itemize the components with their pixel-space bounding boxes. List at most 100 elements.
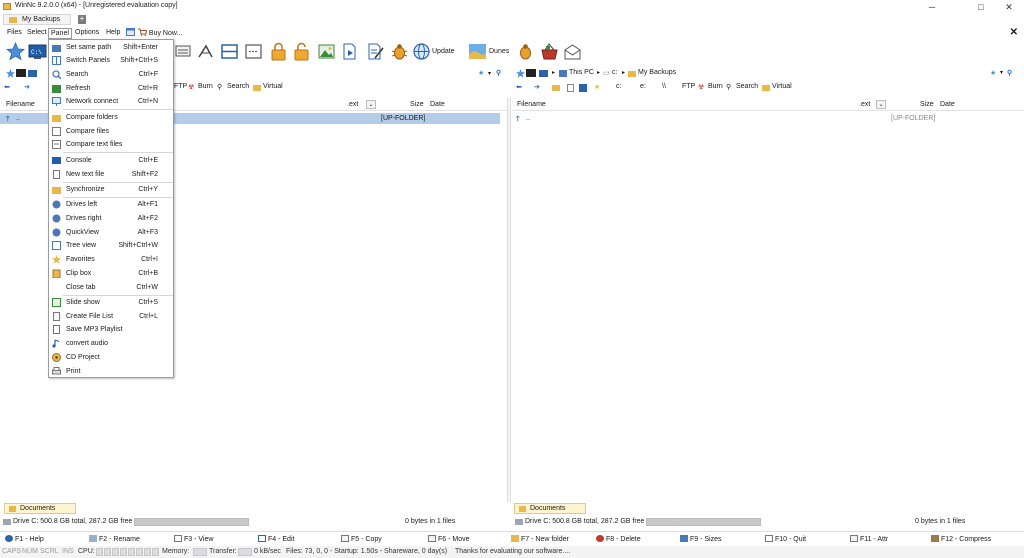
col-size[interactable]: Size xyxy=(410,101,424,108)
dunes-label[interactable]: Dunes xyxy=(489,48,509,55)
menu-item-save-mp3-playlist[interactable]: Save MP3 Playlist xyxy=(49,323,173,336)
f5-copy-button[interactable]: F5 - Copy xyxy=(341,535,382,543)
forward-arrow-icon[interactable]: ➔ xyxy=(24,83,30,91)
close-icon[interactable]: ✕ xyxy=(1010,27,1018,38)
search-icon[interactable]: ⚲ xyxy=(496,69,501,77)
left-drive-virtual[interactable]: Virtual xyxy=(263,83,283,90)
search-icon[interactable]: ⚲ xyxy=(1007,69,1012,77)
col-filename[interactable]: Filename xyxy=(517,101,546,108)
close-window-button[interactable]: ✕ xyxy=(994,0,1024,14)
monitor-icon[interactable] xyxy=(539,70,548,77)
unlock-icon[interactable] xyxy=(292,42,311,61)
menu-panel[interactable]: Panel xyxy=(48,28,72,39)
edit-document-icon[interactable] xyxy=(366,42,385,61)
new-tab-button[interactable]: + xyxy=(78,15,86,24)
column-dropdown-icon[interactable]: ⌄ xyxy=(366,100,376,109)
left-documents-tab[interactable]: Documents xyxy=(4,503,76,514)
drive-ftp-label[interactable]: FTP xyxy=(682,83,695,90)
favorites-star-icon[interactable] xyxy=(5,41,26,61)
menu-files[interactable]: Files xyxy=(5,28,24,39)
console-icon[interactable]: C:\ xyxy=(28,42,47,61)
network-share-label[interactable]: \\ xyxy=(662,83,666,90)
f4-edit-button[interactable]: F4 - Edit xyxy=(258,535,294,543)
column-dropdown-icon[interactable]: ⌄ xyxy=(876,100,886,109)
tab-my-backups[interactable]: My Backups xyxy=(3,14,71,25)
left-drive-ftp[interactable]: FTP xyxy=(174,83,187,90)
bookmark-star-icon[interactable]: ★ xyxy=(478,69,484,77)
menu-item-drives-right[interactable]: Drives right Alt+F2 xyxy=(49,212,173,225)
console-mini-icon[interactable] xyxy=(526,69,536,77)
window-layout-icon[interactable] xyxy=(244,42,263,61)
drive-search-label[interactable]: Search xyxy=(736,83,758,90)
bug-report-icon[interactable] xyxy=(516,42,535,61)
drive-burn-label[interactable]: Burn xyxy=(708,83,723,90)
f10-quit-button[interactable]: F10 - Quit xyxy=(765,535,806,543)
console-mini-icon[interactable] xyxy=(16,69,26,77)
menu-item-network-connect[interactable]: Network connect Ctrl+N xyxy=(49,95,173,108)
bug-icon[interactable] xyxy=(390,42,409,61)
table-row[interactable]: 🡑 .. [UP-FOLDER] xyxy=(512,113,1024,124)
panel-splitter[interactable] xyxy=(507,98,511,502)
tools-icon[interactable] xyxy=(196,42,215,61)
menu-item-set-same-path[interactable]: Set same path Shift+Enter xyxy=(49,41,173,54)
menu-item-convert-audio[interactable]: convert audio xyxy=(49,337,173,350)
folder-up-icon[interactable] xyxy=(552,85,560,91)
breadcrumb-my-backups[interactable]: My Backups xyxy=(638,69,676,76)
menu-buy-now[interactable]: Buy Now... xyxy=(124,28,184,39)
minimize-button[interactable]: ─ xyxy=(917,0,947,14)
menu-item-close-tab[interactable]: Close tab Ctrl+W xyxy=(49,281,173,294)
shopping-basket-icon[interactable] xyxy=(540,42,559,61)
compare-icon[interactable] xyxy=(174,42,193,61)
f1-help-button[interactable]: F1 - Help xyxy=(5,535,44,543)
f11-attr-button[interactable]: F11 - Attr xyxy=(850,535,888,543)
dropdown-arrow-icon[interactable]: ▾ xyxy=(488,70,491,77)
f2-rename-button[interactable]: F2 - Rename xyxy=(89,535,140,543)
split-view-icon[interactable] xyxy=(220,42,239,61)
menu-item-tree-view[interactable]: Tree view Shift+Ctrl+W xyxy=(49,239,173,252)
menu-item-quickview[interactable]: QuickView Alt+F3 xyxy=(49,226,173,239)
breadcrumb-this-pc[interactable]: This PC xyxy=(569,69,594,76)
dunes-icon[interactable] xyxy=(468,42,487,61)
document-icon[interactable] xyxy=(567,84,574,92)
col-date[interactable]: Date xyxy=(430,101,445,108)
monitor-icon[interactable] xyxy=(28,70,37,77)
menu-item-new-text-file[interactable]: New text file Shift+F2 xyxy=(49,168,173,181)
drive-c-label[interactable]: c: xyxy=(616,83,621,90)
drive-virtual-label[interactable]: Virtual xyxy=(772,83,792,90)
menu-item-compare-text-files[interactable]: Compare text files xyxy=(49,138,173,151)
left-drive-search[interactable]: Search xyxy=(227,83,249,90)
f3-view-button[interactable]: F3 - View xyxy=(174,535,213,543)
menu-item-favorites[interactable]: Favorites Ctrl+I xyxy=(49,253,173,266)
menu-item-console[interactable]: Console Ctrl+E xyxy=(49,154,173,167)
col-ext[interactable]: .ext xyxy=(347,101,358,108)
lock-icon[interactable] xyxy=(269,42,288,61)
mail-check-icon[interactable] xyxy=(563,42,582,61)
f6-move-button[interactable]: F6 - Move xyxy=(428,535,470,543)
menu-item-switch-panels[interactable]: Switch Panels Shift+Ctrl+S xyxy=(49,54,173,67)
col-date[interactable]: Date xyxy=(940,101,955,108)
menu-item-print[interactable]: Print xyxy=(49,365,173,378)
bookmark-star-icon[interactable]: ★ xyxy=(990,69,996,77)
document-play-icon[interactable] xyxy=(340,42,359,61)
menu-item-clip-box[interactable]: Clip box Ctrl+B xyxy=(49,267,173,280)
update-label[interactable]: Update xyxy=(432,48,455,55)
star-icon[interactable] xyxy=(6,69,15,78)
menu-item-drives-left[interactable]: Drives left Alt+F1 xyxy=(49,198,173,211)
menu-item-cd-project[interactable]: CD Project xyxy=(49,351,173,364)
star-icon[interactable]: ★ xyxy=(594,83,600,91)
menu-item-search[interactable]: Search Ctrl+F xyxy=(49,68,173,81)
menu-item-create-file-list[interactable]: Create File List Ctrl+L xyxy=(49,310,173,323)
f7-new-folder-button[interactable]: F7 - New folder xyxy=(511,535,569,543)
globe-icon[interactable] xyxy=(412,42,431,61)
back-arrow-icon[interactable]: ⬅ xyxy=(4,83,10,91)
menu-item-synchronize[interactable]: Synchronize Ctrl+Y xyxy=(49,183,173,196)
image-icon[interactable] xyxy=(317,42,336,61)
menu-options[interactable]: Options xyxy=(73,28,101,39)
menu-item-compare-files[interactable]: Compare files xyxy=(49,125,173,138)
back-arrow-icon[interactable]: ⬅ xyxy=(516,83,522,91)
drive-e-label[interactable]: e: xyxy=(640,83,646,90)
right-documents-tab[interactable]: Documents xyxy=(514,503,586,514)
star-icon[interactable] xyxy=(516,69,525,78)
col-size[interactable]: Size xyxy=(920,101,934,108)
menu-item-refresh[interactable]: Refresh Ctrl+R xyxy=(49,82,173,95)
